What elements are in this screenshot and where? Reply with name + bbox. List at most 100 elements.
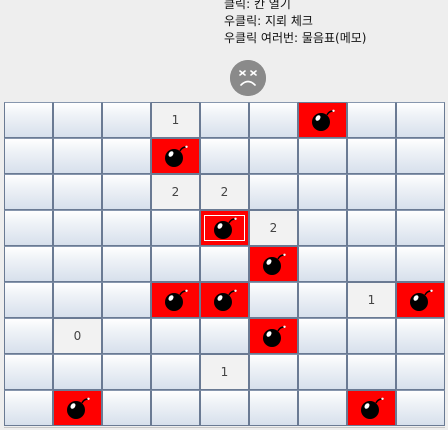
mine-cell[interactable]: [249, 246, 298, 282]
hidden-cell[interactable]: [298, 390, 347, 426]
mine-cell[interactable]: [200, 282, 249, 318]
instruction-right-click: 우클릭: 지뢰 체크: [224, 14, 313, 28]
hidden-cell[interactable]: [200, 390, 249, 426]
hidden-cell[interactable]: [4, 246, 53, 282]
hidden-cell[interactable]: [249, 390, 298, 426]
hidden-cell[interactable]: [298, 210, 347, 246]
bomb-icon: [261, 252, 287, 276]
hidden-cell[interactable]: [4, 318, 53, 354]
instruction-click: 클릭: 칸 열기: [224, 0, 291, 11]
hidden-cell[interactable]: [200, 138, 249, 174]
bomb-icon: [163, 288, 189, 312]
bomb-icon: [359, 396, 385, 420]
hidden-cell[interactable]: [396, 174, 445, 210]
hidden-cell[interactable]: [396, 102, 445, 138]
hidden-cell[interactable]: [102, 390, 151, 426]
hidden-cell[interactable]: [102, 174, 151, 210]
hidden-cell[interactable]: [249, 354, 298, 390]
hidden-cell[interactable]: [151, 390, 200, 426]
hidden-cell[interactable]: [151, 318, 200, 354]
revealed-cell[interactable]: 1: [151, 102, 200, 138]
mine-cell[interactable]: [249, 318, 298, 354]
revealed-cell[interactable]: 1: [200, 354, 249, 390]
hidden-cell[interactable]: [298, 282, 347, 318]
hidden-cell[interactable]: [4, 210, 53, 246]
divider: [4, 427, 445, 428]
hidden-cell[interactable]: [347, 102, 396, 138]
hidden-cell[interactable]: [53, 354, 102, 390]
hidden-cell[interactable]: [249, 138, 298, 174]
mine-count: 2: [171, 185, 180, 199]
hidden-cell[interactable]: [151, 210, 200, 246]
exploded-mine-cell[interactable]: [200, 210, 249, 246]
instruction-multi-right-click: 우클릭 여러번: 물음표(메모): [224, 31, 367, 45]
hidden-cell[interactable]: [200, 246, 249, 282]
hidden-cell[interactable]: [298, 246, 347, 282]
hidden-cell[interactable]: [4, 354, 53, 390]
hidden-cell[interactable]: [102, 102, 151, 138]
hidden-cell[interactable]: [4, 138, 53, 174]
revealed-cell[interactable]: 0: [53, 318, 102, 354]
hidden-cell[interactable]: [347, 174, 396, 210]
bomb-icon: [163, 144, 189, 168]
hidden-cell[interactable]: [347, 318, 396, 354]
revealed-cell[interactable]: 1: [347, 282, 396, 318]
hidden-cell[interactable]: [102, 282, 151, 318]
hidden-cell[interactable]: [4, 174, 53, 210]
hidden-cell[interactable]: [4, 102, 53, 138]
revealed-cell[interactable]: 2: [249, 210, 298, 246]
mine-cell[interactable]: [396, 282, 445, 318]
mine-cell[interactable]: [151, 138, 200, 174]
hidden-cell[interactable]: [396, 210, 445, 246]
hidden-cell[interactable]: [151, 354, 200, 390]
instructions: 클릭: 칸 열기 우클릭: 지뢰 체크 우클릭 여러번: 물음표(메모): [224, 0, 366, 47]
hidden-cell[interactable]: [151, 246, 200, 282]
hidden-cell[interactable]: [102, 138, 151, 174]
bomb-icon: [408, 288, 434, 312]
hidden-cell[interactable]: [396, 138, 445, 174]
hidden-cell[interactable]: [200, 102, 249, 138]
hidden-cell[interactable]: [298, 138, 347, 174]
hidden-cell[interactable]: [4, 282, 53, 318]
mine-cell[interactable]: [151, 282, 200, 318]
dizzy-face-icon[interactable]: [230, 60, 266, 96]
hidden-cell[interactable]: [53, 282, 102, 318]
hidden-cell[interactable]: [298, 354, 347, 390]
hidden-cell[interactable]: [298, 174, 347, 210]
hidden-cell[interactable]: [53, 246, 102, 282]
minefield-grid: 1 2 2 2 1 0 1: [4, 102, 445, 426]
hidden-cell[interactable]: [4, 390, 53, 426]
hidden-cell[interactable]: [298, 318, 347, 354]
mine-cell[interactable]: [298, 102, 347, 138]
hidden-cell[interactable]: [396, 390, 445, 426]
bomb-icon: [212, 216, 238, 240]
hidden-cell[interactable]: [396, 246, 445, 282]
hidden-cell[interactable]: [347, 246, 396, 282]
mine-cell[interactable]: [53, 390, 102, 426]
mine-cell[interactable]: [347, 390, 396, 426]
hidden-cell[interactable]: [249, 282, 298, 318]
hidden-cell[interactable]: [53, 102, 102, 138]
hidden-cell[interactable]: [102, 246, 151, 282]
hidden-cell[interactable]: [347, 210, 396, 246]
hidden-cell[interactable]: [53, 210, 102, 246]
bomb-icon: [65, 396, 91, 420]
hidden-cell[interactable]: [347, 138, 396, 174]
hidden-cell[interactable]: [396, 354, 445, 390]
mine-count: 2: [269, 221, 278, 235]
hidden-cell[interactable]: [102, 354, 151, 390]
mine-count: 0: [73, 329, 82, 343]
hidden-cell[interactable]: [396, 318, 445, 354]
hidden-cell[interactable]: [102, 210, 151, 246]
revealed-cell[interactable]: 2: [151, 174, 200, 210]
hidden-cell[interactable]: [53, 138, 102, 174]
mine-count: 2: [220, 185, 229, 199]
hidden-cell[interactable]: [347, 354, 396, 390]
hidden-cell[interactable]: [249, 102, 298, 138]
hidden-cell[interactable]: [249, 174, 298, 210]
bomb-icon: [212, 288, 238, 312]
hidden-cell[interactable]: [102, 318, 151, 354]
hidden-cell[interactable]: [200, 318, 249, 354]
hidden-cell[interactable]: [53, 174, 102, 210]
revealed-cell[interactable]: 2: [200, 174, 249, 210]
